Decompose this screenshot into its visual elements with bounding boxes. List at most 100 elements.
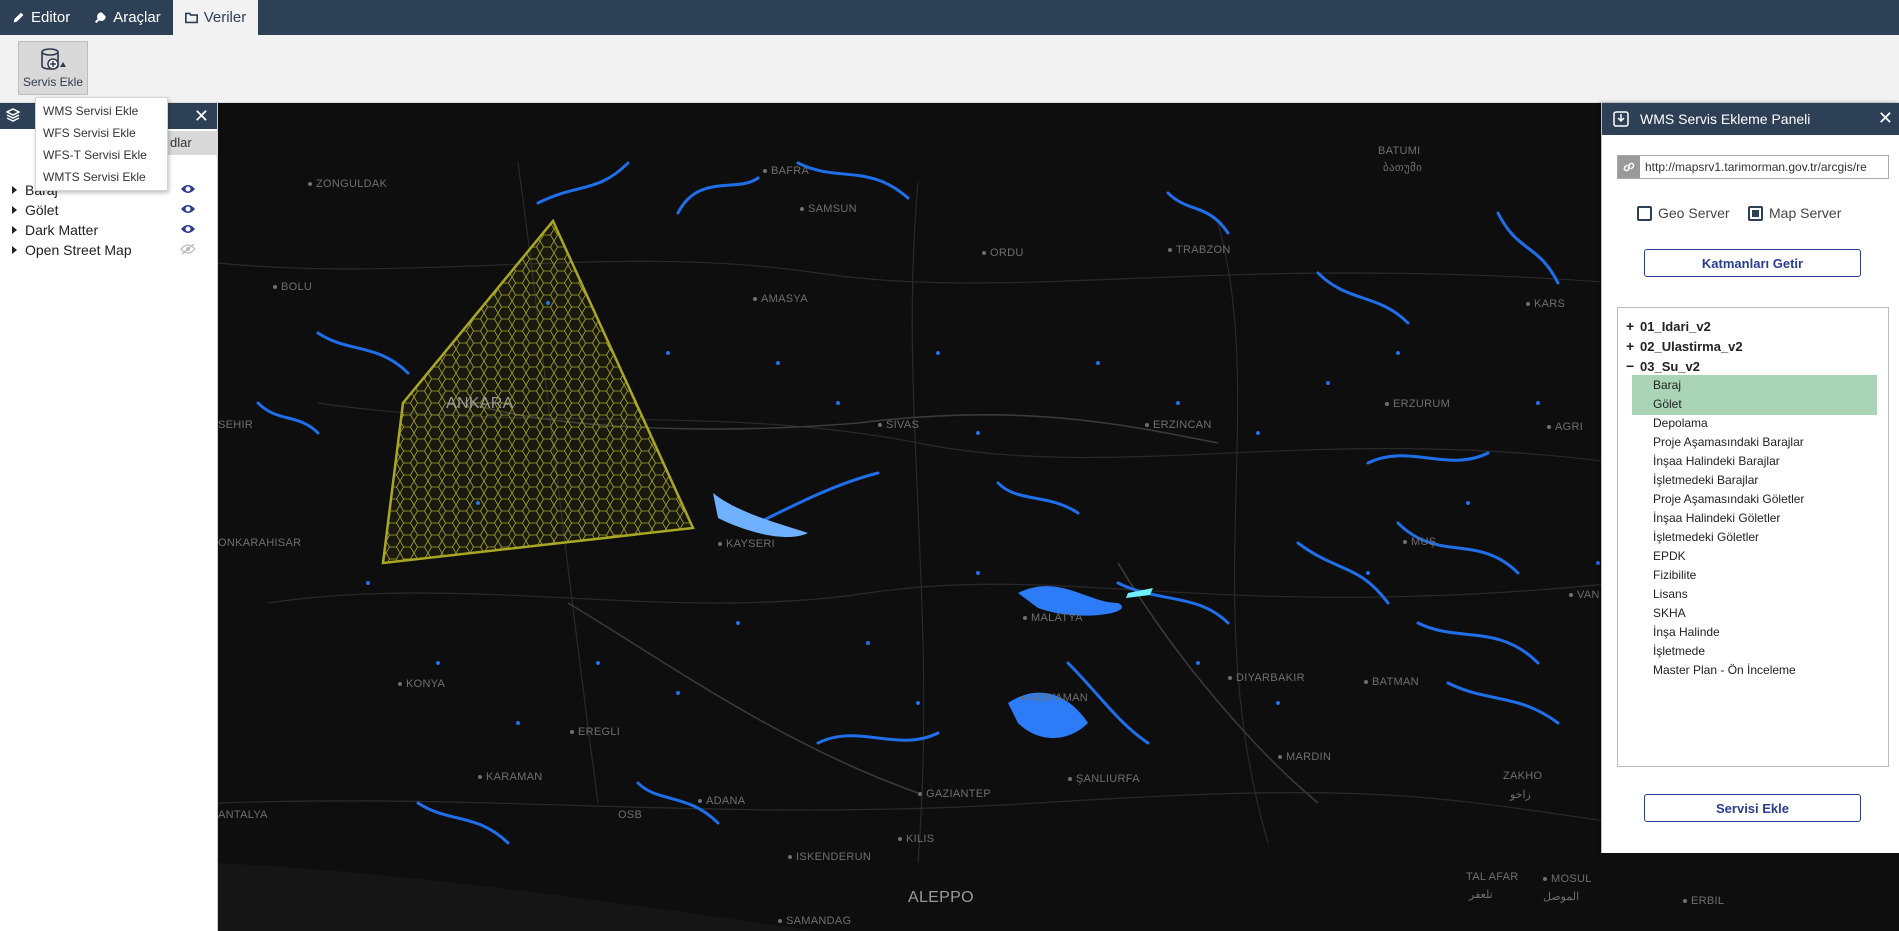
- link-icon: [1618, 156, 1640, 178]
- city-label: SAMSUN: [800, 203, 857, 215]
- city-label: KARAMAN: [478, 771, 543, 783]
- city-label: زاخو: [1510, 789, 1531, 801]
- tree-leaf[interactable]: İşletmedeki Barajlar: [1632, 470, 1877, 491]
- caret-right-icon[interactable]: [12, 226, 17, 234]
- city-label: SIVAS: [878, 419, 919, 431]
- tree-leaf[interactable]: Master Plan - Ön İnceleme: [1632, 660, 1877, 681]
- tree-leaf[interactable]: Gölet: [1632, 394, 1877, 415]
- city-label: KONYA: [398, 678, 445, 690]
- city-label: KAYSERI: [718, 538, 775, 550]
- tree-leaf[interactable]: Proje Aşamasındaki Barajlar: [1632, 432, 1877, 453]
- city-label: AMASYA: [753, 293, 808, 305]
- tree-leaf[interactable]: İşletmedeki Göletler: [1632, 527, 1877, 548]
- tree-leaf[interactable]: SKHA: [1632, 603, 1877, 624]
- city-label: ISKENDERUN: [788, 851, 871, 863]
- city-label: OSB: [618, 809, 643, 821]
- servis-ekle-button[interactable]: Servis Ekle: [18, 41, 88, 95]
- folder-icon: [184, 12, 198, 24]
- tab-araclar[interactable]: Araçlar: [82, 0, 173, 35]
- wms-panel-header: WMS Servis Ekleme Paneli ✕: [1602, 103, 1899, 135]
- city-label: TAL AFAR: [1466, 871, 1519, 883]
- city-label: MALATYA: [1023, 612, 1083, 624]
- close-icon[interactable]: ✕: [194, 106, 209, 127]
- tree-leaf[interactable]: Lisans: [1632, 584, 1877, 605]
- tree-group-label: 01_Idari_v2: [1640, 318, 1711, 334]
- city-label: ZONGULDAK: [308, 178, 387, 190]
- eye-icon[interactable]: [180, 203, 196, 215]
- servis-ekle-label: Servis Ekle: [22, 75, 84, 89]
- fetch-layers-button[interactable]: Katmanları Getir: [1644, 249, 1861, 277]
- city-label: BATMAN: [1364, 676, 1419, 688]
- city-label: VAN: [1569, 589, 1600, 601]
- city-label: ANTALYA: [218, 809, 268, 821]
- tree-group-label: 03_Su_v2: [1640, 358, 1700, 374]
- caret-right-icon[interactable]: [12, 246, 17, 254]
- eye-icon[interactable]: [180, 223, 196, 235]
- wms-panel-title: WMS Servis Ekleme Paneli: [1640, 111, 1811, 127]
- tree-group-ulastirma[interactable]: + 02_Ulastirma_v2: [1626, 338, 1743, 354]
- city-label: MARDIN: [1278, 751, 1331, 763]
- tree-group-idari[interactable]: + 01_Idari_v2: [1626, 318, 1711, 334]
- radio-geo-server[interactable]: Geo Server: [1637, 205, 1730, 221]
- radio-map-server-box[interactable]: [1748, 205, 1763, 221]
- city-label: الموصل: [1543, 891, 1580, 903]
- tree-leaf[interactable]: Fizibilite: [1632, 565, 1877, 586]
- layer-tree: + 01_Idari_v2 + 02_Ulastirma_v2 − 03_Su_…: [1617, 307, 1889, 767]
- layer-row-dark-matter[interactable]: Dark Matter: [0, 220, 218, 240]
- url-input[interactable]: [1640, 160, 1888, 174]
- top-nav: Editor Araçlar Veriler: [0, 0, 1899, 35]
- radio-geo-server-label: Geo Server: [1658, 205, 1730, 221]
- layer-name: Open Street Map: [25, 242, 132, 258]
- layer-row-golet[interactable]: Gölet: [0, 200, 218, 220]
- caret-right-icon[interactable]: [12, 186, 17, 194]
- city-label: BATUMI: [1378, 145, 1421, 157]
- expand-plus-icon[interactable]: +: [1626, 338, 1640, 354]
- layer-row-open-street-map[interactable]: Open Street Map: [0, 240, 218, 260]
- city-label: تلعفر: [1469, 889, 1493, 901]
- expand-plus-icon[interactable]: +: [1626, 318, 1640, 334]
- tree-leaf[interactable]: İnşaa Halindeki Barajlar: [1632, 451, 1877, 472]
- caret-right-icon[interactable]: [12, 206, 17, 214]
- close-icon[interactable]: ✕: [1878, 108, 1893, 129]
- wms-service-panel: WMS Servis Ekleme Paneli ✕ Geo Server Ma…: [1601, 103, 1899, 853]
- city-label: BAFRA: [763, 165, 809, 177]
- eye-slash-icon[interactable]: [180, 243, 196, 255]
- city-label: DIYARBAKIR: [1228, 672, 1305, 684]
- radio-map-server[interactable]: Map Server: [1748, 205, 1841, 221]
- tree-leaf[interactable]: İşletmede: [1632, 641, 1877, 662]
- tree-leaf[interactable]: Baraj: [1632, 375, 1877, 396]
- tab-araclar-label: Araçlar: [113, 9, 161, 26]
- radio-geo-server-box[interactable]: [1637, 205, 1652, 221]
- city-label: ERZURUM: [1385, 398, 1450, 410]
- tree-group-su[interactable]: − 03_Su_v2: [1626, 358, 1700, 374]
- ribbon-toolbar: Servis Ekle: [0, 35, 1899, 103]
- city-label: ANKARA: [446, 395, 514, 412]
- tab-veriler[interactable]: Veriler: [172, 0, 259, 35]
- tree-leaf[interactable]: İnşa Halinde: [1632, 622, 1877, 643]
- city-label: ADIYAMAN: [1021, 692, 1088, 704]
- tree-leaf[interactable]: Proje Aşamasındaki Göletler: [1632, 489, 1877, 510]
- menu-item-wfs[interactable]: WFS Servisi Ekle: [36, 122, 167, 144]
- tree-leaf[interactable]: EPDK: [1632, 546, 1877, 567]
- add-service-button[interactable]: Servisi Ekle: [1644, 794, 1861, 822]
- city-label: AGRI: [1547, 421, 1583, 433]
- pencil-icon: [13, 12, 24, 23]
- layer-name: Gölet: [25, 202, 59, 218]
- layer-name: Dark Matter: [25, 222, 99, 238]
- city-label: KILIS: [898, 833, 934, 845]
- tree-leaf[interactable]: İnşaa Halindeki Göletler: [1632, 508, 1877, 529]
- tree-leaf[interactable]: Depolama: [1632, 413, 1877, 434]
- menu-item-wms[interactable]: WMS Servisi Ekle: [36, 100, 167, 122]
- wrench-icon: [95, 12, 106, 24]
- collapse-minus-icon[interactable]: −: [1626, 358, 1640, 374]
- city-label: TRABZON: [1168, 244, 1231, 256]
- city-label: GAZIANTEP: [918, 788, 991, 800]
- menu-item-wmts[interactable]: WMTS Servisi Ekle: [36, 166, 167, 188]
- menu-item-wfs-t[interactable]: WFS-T Servisi Ekle: [36, 144, 167, 166]
- tab-editor[interactable]: Editor: [0, 0, 82, 35]
- city-label: EREGLI: [570, 726, 620, 738]
- city-label: ONKARAHISAR: [218, 537, 302, 549]
- radio-map-server-label: Map Server: [1769, 205, 1842, 221]
- city-label: SAMANDAG: [778, 915, 851, 927]
- eye-icon[interactable]: [180, 183, 196, 195]
